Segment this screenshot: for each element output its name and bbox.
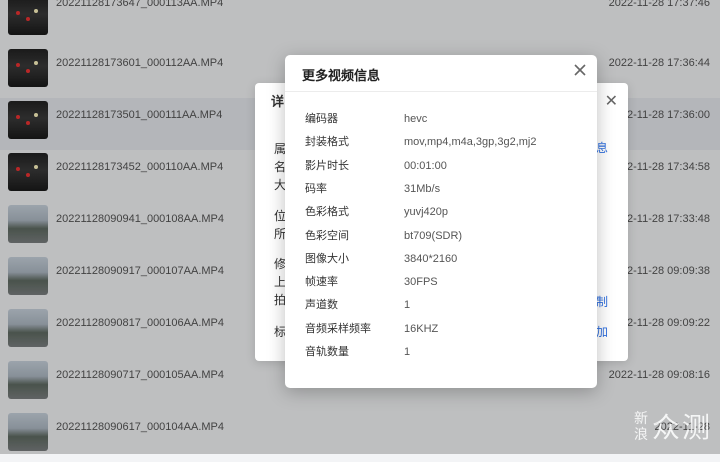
info-row: 色彩空间 bt709(SDR) xyxy=(305,228,585,244)
info-row: 码率 31Mb/s xyxy=(305,181,585,197)
info-row: 音轨数量 1 xyxy=(305,344,585,360)
info-value: hevc xyxy=(404,113,428,125)
watermark-small-text: 新浪 xyxy=(634,410,648,442)
detail-link[interactable]: 息 xyxy=(596,139,608,156)
info-value: bt709(SDR) xyxy=(404,229,463,242)
info-label: 音频采样频率 xyxy=(305,322,371,335)
info-label: 封装格式 xyxy=(305,136,349,149)
info-dialog-title: 更多视频信息 xyxy=(302,68,381,83)
info-row: 图像大小 3840*2160 xyxy=(305,251,585,267)
watermark-logo: 新浪 众测 xyxy=(632,410,712,446)
info-label: 帧速率 xyxy=(305,276,338,289)
info-divider xyxy=(285,91,597,92)
info-label: 色彩格式 xyxy=(305,206,349,219)
detail-dialog-title: 详 xyxy=(271,94,285,109)
detail-close-icon[interactable]: ✕ xyxy=(605,91,618,111)
info-value: 1 xyxy=(404,346,411,358)
info-value: yuvj420p xyxy=(404,206,449,219)
info-row: 封装格式 mov,mp4,m4a,3gp,3g2,mj2 xyxy=(305,134,585,150)
info-value: 1 xyxy=(404,299,411,312)
info-label: 色彩空间 xyxy=(305,229,349,242)
info-row: 编码器 hevc xyxy=(305,111,585,127)
info-value: 3840*2160 xyxy=(404,252,458,265)
info-dialog: 更多视频信息 编码器 hevc 封装格式 mov,mp4,m4a,3gp,3g2,mj… xyxy=(285,55,597,388)
info-value: mov,mp4,m4a,3gp,3g2,mj2 xyxy=(404,136,537,149)
info-label: 影片时长 xyxy=(305,159,349,172)
watermark-big-text: 众测 xyxy=(652,412,713,443)
info-label: 编码器 xyxy=(305,113,338,125)
info-row: 音频采样频率 16KHZ xyxy=(305,321,585,337)
info-label: 图像大小 xyxy=(305,252,349,265)
info-label: 音轨数量 xyxy=(305,346,349,358)
info-label: 码率 xyxy=(305,182,327,195)
info-value: 30FPS xyxy=(404,276,438,289)
info-value: 16KHZ xyxy=(404,322,439,335)
detail-link[interactable]: 加 xyxy=(596,323,608,340)
info-row: 声道数 1 xyxy=(305,297,585,313)
info-row: 色彩格式 yuvj420p xyxy=(305,204,585,220)
info-label: 声道数 xyxy=(305,299,338,312)
info-value: 00:01:00 xyxy=(404,159,447,172)
info-row: 影片时长 00:01:00 xyxy=(305,158,585,174)
info-row: 帧速率 30FPS xyxy=(305,274,585,290)
info-value: 31Mb/s xyxy=(404,182,441,195)
close-icon[interactable] xyxy=(573,63,587,77)
detail-link[interactable]: 制 xyxy=(596,293,608,310)
